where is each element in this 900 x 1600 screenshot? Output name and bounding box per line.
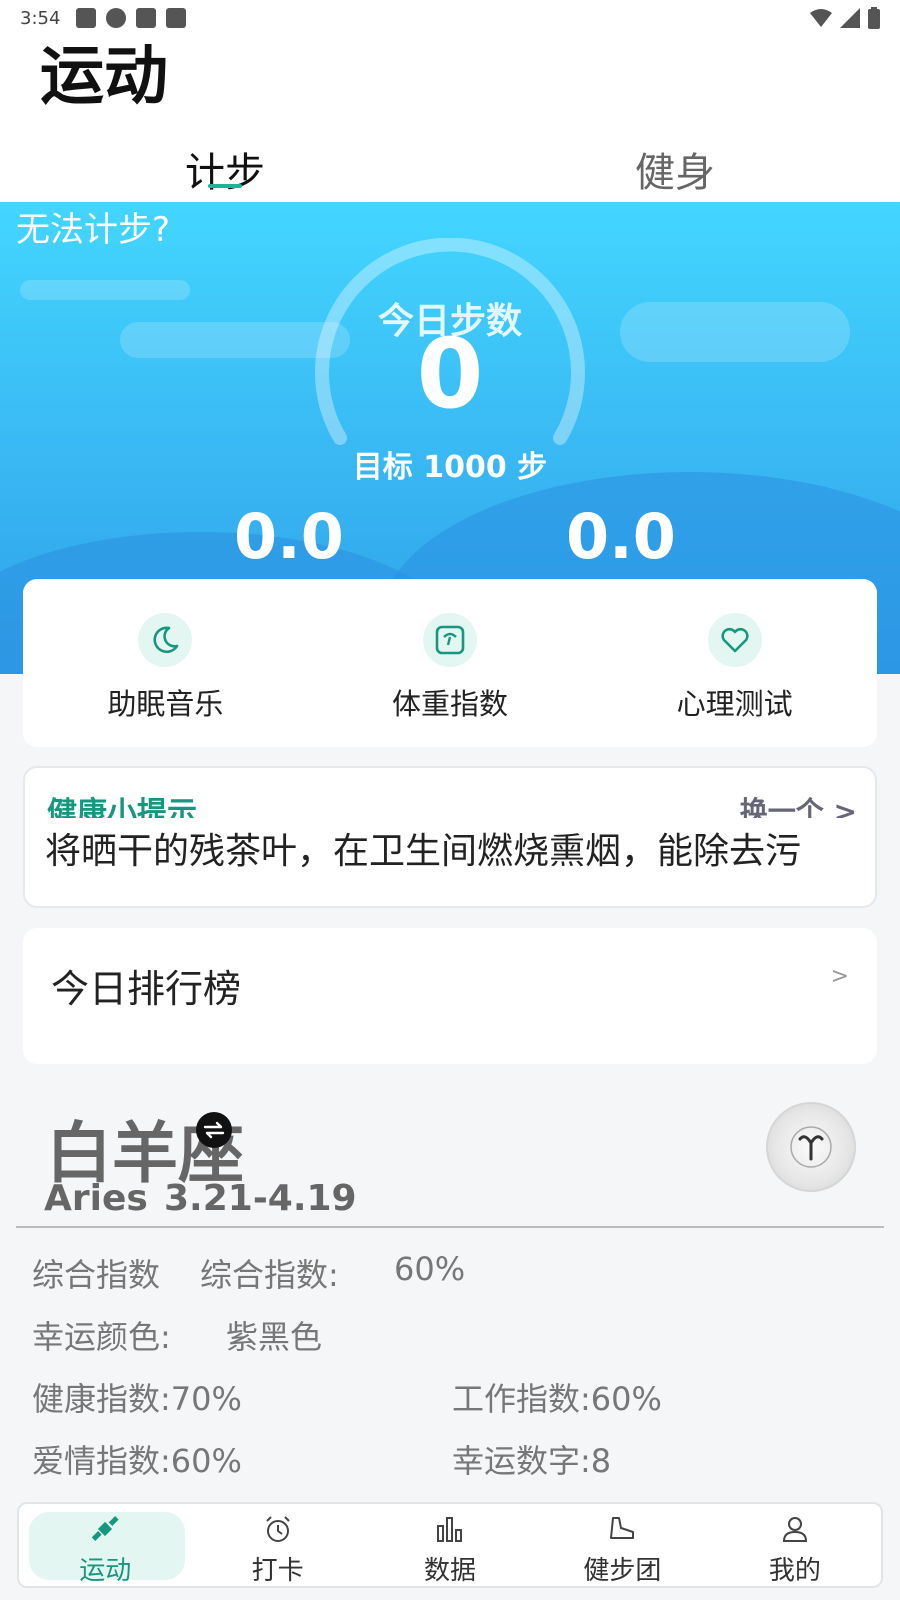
satellite-icon	[88, 1512, 122, 1546]
user-icon	[778, 1512, 812, 1546]
love-index: 爱情指数:60%	[32, 1442, 242, 1480]
quick-action-label: 心理测试	[676, 687, 793, 721]
tab-step-count[interactable]: 计步	[0, 136, 450, 202]
cant-count-steps-link[interactable]: 无法计步?	[16, 202, 170, 251]
switch-zodiac-icon[interactable]	[196, 1112, 232, 1148]
health-tip-card: 健康小提示 换一个 > 将晒干的残茶叶，在卫生间燃烧熏烟，能除去污	[23, 766, 877, 908]
stat-right-value: 0.0	[566, 500, 676, 573]
nav-label: 数据	[424, 1556, 477, 1584]
tab-label: 计步	[185, 150, 265, 196]
tab-bar: 计步 健身	[0, 136, 900, 202]
nav-label: 运动	[79, 1556, 132, 1584]
daily-ranking-card[interactable]: 今日排行榜 >	[23, 928, 877, 1064]
nav-item-profile[interactable]: 我的	[709, 1504, 881, 1586]
zodiac-english-name: Aries	[44, 1178, 148, 1219]
lucky-color-label: 幸运颜色:	[32, 1318, 171, 1356]
health-tip-title: 健康小提示	[47, 796, 197, 818]
moon-icon	[138, 613, 193, 667]
quick-action-label: 助眠音乐	[107, 687, 224, 721]
quick-action-label: 体重指数	[392, 687, 509, 721]
bottom-navigation: 运动 打卡 数据 健步团 我的	[17, 1502, 883, 1588]
alarm-clock-icon	[261, 1512, 295, 1546]
lucky-number: 幸运数字:8	[452, 1442, 612, 1480]
signal-icon	[840, 8, 860, 28]
step-goal: 目标 1000 步	[352, 450, 548, 485]
square-notification-icon	[166, 8, 187, 28]
page-title: 运动	[40, 40, 168, 114]
divider	[16, 1226, 884, 1228]
wifi-icon	[810, 9, 832, 27]
zodiac-date-range: 3.21-4.19	[164, 1178, 357, 1219]
stat-left-value: 0.0	[234, 500, 344, 573]
overall-index-value: 60%	[394, 1250, 466, 1288]
nav-label: 打卡	[251, 1556, 304, 1584]
chevron-right-icon: >	[830, 964, 849, 989]
quick-action-bmi[interactable]: 体重指数	[308, 579, 593, 747]
app-notification-icon	[136, 8, 157, 28]
work-index: 工作指数:60%	[452, 1380, 662, 1418]
overall-index-text: 综合指数:	[200, 1256, 339, 1294]
health-tip-text: 将晒干的残茶叶，在卫生间燃烧熏烟，能除去污	[45, 831, 802, 872]
bar-chart-icon	[433, 1512, 467, 1546]
heart-icon	[707, 613, 762, 667]
shoe-icon	[605, 1512, 639, 1546]
nav-item-walking-group[interactable]: 健步团	[536, 1504, 708, 1586]
today-steps-value: 0	[416, 318, 484, 430]
overall-index-label: 综合指数	[32, 1256, 161, 1294]
header: 运动 计步 健身	[0, 36, 900, 202]
battery-icon	[868, 7, 880, 29]
status-time: 3:54	[20, 7, 61, 29]
tab-label: 健身	[635, 150, 715, 196]
quick-action-sleep-music[interactable]: 助眠音乐	[23, 579, 308, 747]
nav-item-checkin[interactable]: 打卡	[191, 1504, 363, 1586]
status-bar: 3:54	[0, 0, 900, 36]
ranking-title: 今日排行榜	[51, 967, 242, 1011]
alert-notification-icon	[106, 8, 127, 28]
quick-action-psych-test[interactable]: 心理测试	[592, 579, 877, 747]
scale-icon	[423, 613, 477, 667]
quick-actions-card: 助眠音乐 体重指数 心理测试	[23, 579, 877, 747]
health-index: 健康指数:70%	[32, 1380, 242, 1418]
nav-label: 健步团	[583, 1556, 662, 1584]
nav-item-data[interactable]: 数据	[364, 1504, 536, 1586]
lucky-color-value: 紫黑色	[226, 1318, 323, 1356]
aries-symbol-icon	[766, 1102, 856, 1192]
image-notification-icon	[76, 8, 97, 28]
tab-fitness[interactable]: 健身	[450, 136, 900, 202]
nav-item-exercise[interactable]: 运动	[19, 1504, 191, 1586]
next-tip-button[interactable]: 换一个 >	[740, 790, 857, 818]
tab-active-indicator	[208, 184, 242, 188]
nav-label: 我的	[768, 1556, 821, 1584]
